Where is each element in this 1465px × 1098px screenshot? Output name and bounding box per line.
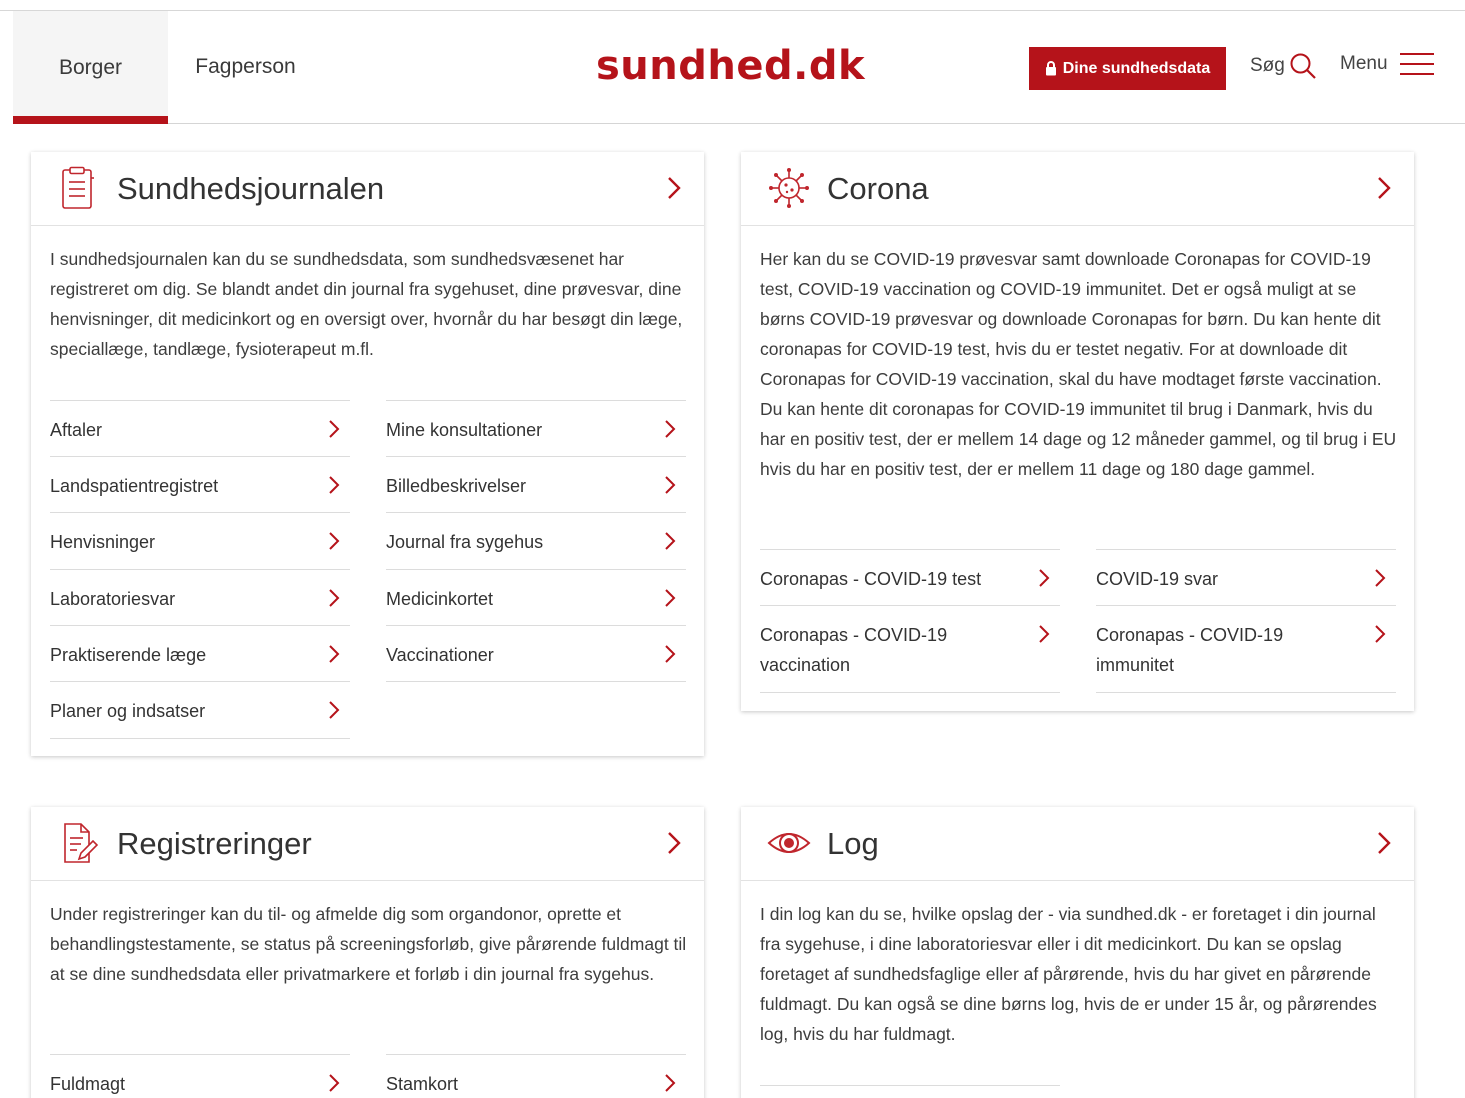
link-fuldmagt[interactable]: Fuldmagt	[50, 1054, 350, 1098]
link-coronapas-test[interactable]: Coronapas - COVID-19 test	[760, 549, 1060, 605]
list-divider	[760, 1085, 1060, 1086]
link-henvisninger[interactable]: Henvisninger	[50, 512, 350, 569]
link-label: Fuldmagt	[50, 1074, 126, 1094]
document-edit-icon	[64, 823, 99, 863]
chevron-right-icon	[329, 701, 340, 719]
card-header-registreringer[interactable]: Registreringer	[31, 807, 704, 881]
link-label: Stamkort	[386, 1074, 459, 1094]
chevron-right-icon	[665, 420, 676, 438]
card-description: I din log kan du se, hvilke opslag der -…	[760, 904, 1377, 1044]
link-billedbeskrivelser[interactable]: Billedbeskrivelser	[386, 456, 686, 512]
list-divider	[1096, 692, 1396, 693]
chevron-right-icon	[1378, 177, 1391, 199]
link-mine-konsultationer[interactable]: Mine konsultationer	[386, 400, 686, 456]
link-label: Laboratoriesvar	[50, 589, 176, 609]
card-description: Her kan du se COVID-19 prøvesvar samt do…	[760, 249, 1397, 479]
site-header: Borger Fagperson sundhed.dk Dine sundhed…	[13, 11, 1465, 124]
chevron-right-icon	[1378, 832, 1391, 854]
chevron-right-icon	[329, 476, 340, 494]
link-label: Planer og indsatser	[50, 701, 206, 721]
card-title: Log	[827, 826, 879, 861]
search-button[interactable]: Søg	[1250, 52, 1317, 80]
chevron-right-icon	[665, 1074, 676, 1092]
link-journal-fra-sygehus[interactable]: Journal fra sygehus	[386, 512, 686, 569]
link-medicinkortet[interactable]: Medicinkortet	[386, 569, 686, 625]
chevron-right-icon	[329, 532, 340, 550]
clipboard-icon	[62, 166, 94, 209]
card-header-log[interactable]: Log	[741, 807, 1414, 881]
link-label: COVID-19 svar	[1096, 569, 1219, 589]
link-label: Coronapas - COVID-19 test	[760, 569, 982, 589]
chevron-right-icon	[329, 1074, 340, 1092]
chevron-right-icon	[665, 589, 676, 607]
dine-sundhedsdata-button[interactable]: Dine sundhedsdata	[1029, 47, 1226, 90]
card-title: Sundhedsjournalen	[117, 171, 385, 206]
card-registreringer: Registreringer Under registreringer kan …	[31, 807, 704, 1098]
dine-sundhedsdata-label: Dine sundhedsdata	[1062, 59, 1211, 77]
link-stamkort[interactable]: Stamkort	[386, 1054, 686, 1098]
lock-icon	[1045, 61, 1056, 76]
link-vaccinationer[interactable]: Vaccinationer	[386, 625, 686, 681]
card-header-corona[interactable]: Corona	[741, 152, 1414, 226]
card-title: Registreringer	[117, 826, 312, 861]
chevron-right-icon	[1039, 625, 1050, 643]
search-icon	[1290, 53, 1316, 79]
card-corona: Corona Her kan du se COVID-19 prøvesvar …	[741, 152, 1414, 711]
link-praktiserende-laege[interactable]: Praktiserende læge	[50, 625, 350, 681]
link-label: Coronapas - COVID-19 vaccination	[760, 625, 948, 675]
link-label: Journal fra sygehus	[386, 532, 544, 552]
link-label: Coronapas - COVID-19 immunitet	[1096, 625, 1284, 675]
link-coronapas-vaccination[interactable]: Coronapas - COVID-19 vaccination	[760, 605, 1060, 692]
link-planer-og-indsatser[interactable]: Planer og indsatser	[50, 681, 350, 738]
card-description: I sundhedsjournalen kan du se sundhedsda…	[50, 249, 683, 359]
search-label: Søg	[1250, 55, 1285, 76]
virus-icon	[769, 168, 809, 208]
link-label: Henvisninger	[50, 532, 156, 552]
card-header-sundhedsjournalen[interactable]: Sundhedsjournalen	[31, 152, 704, 226]
chevron-right-icon	[665, 476, 676, 494]
link-laboratoriesvar[interactable]: Laboratoriesvar	[50, 569, 350, 625]
link-landspatientregistret[interactable]: Landspatientregistret	[50, 456, 350, 512]
list-divider	[386, 681, 686, 682]
eye-icon	[767, 833, 811, 853]
link-label: Medicinkortet	[386, 589, 494, 609]
card-sundhedsjournalen: Sundhedsjournalen I sundhedsjournalen ka…	[31, 152, 704, 756]
hamburger-icon	[1399, 53, 1434, 75]
chevron-right-icon	[329, 420, 340, 438]
link-label: Aftaler	[50, 420, 103, 440]
card-title: Corona	[827, 171, 929, 206]
chevron-right-icon	[665, 532, 676, 550]
chevron-right-icon	[329, 645, 340, 663]
menu-button[interactable]: Menu	[1340, 52, 1434, 76]
card-description: Under registreringer kan du til- og afme…	[50, 904, 687, 984]
list-divider	[50, 738, 350, 739]
link-label: Billedbeskrivelser	[386, 476, 527, 496]
chevron-right-icon	[329, 589, 340, 607]
link-label: Praktiserende læge	[50, 645, 207, 665]
chevron-right-icon	[1039, 569, 1050, 587]
tab-fagperson[interactable]: Fagperson	[168, 11, 323, 123]
chevron-right-icon	[668, 832, 681, 854]
chevron-right-icon	[668, 177, 681, 199]
menu-label: Menu	[1340, 53, 1388, 74]
chevron-right-icon	[1375, 625, 1386, 643]
link-aftaler[interactable]: Aftaler	[50, 400, 350, 456]
chevron-right-icon	[1375, 569, 1386, 587]
tab-borger[interactable]: Borger	[13, 11, 168, 124]
link-coronapas-immunitet[interactable]: Coronapas - COVID-19 immunitet	[1096, 605, 1396, 692]
site-logo[interactable]: sundhed.dk	[596, 43, 865, 89]
link-label: Vaccinationer	[386, 645, 494, 665]
link-label: Landspatientregistret	[50, 476, 219, 496]
link-label: Mine konsultationer	[386, 420, 543, 440]
card-log: Log I din log kan du se, hvilke opslag d…	[741, 807, 1414, 1098]
chevron-right-icon	[665, 645, 676, 663]
link-covid19-svar[interactable]: COVID-19 svar	[1096, 549, 1396, 605]
list-divider	[760, 692, 1060, 693]
